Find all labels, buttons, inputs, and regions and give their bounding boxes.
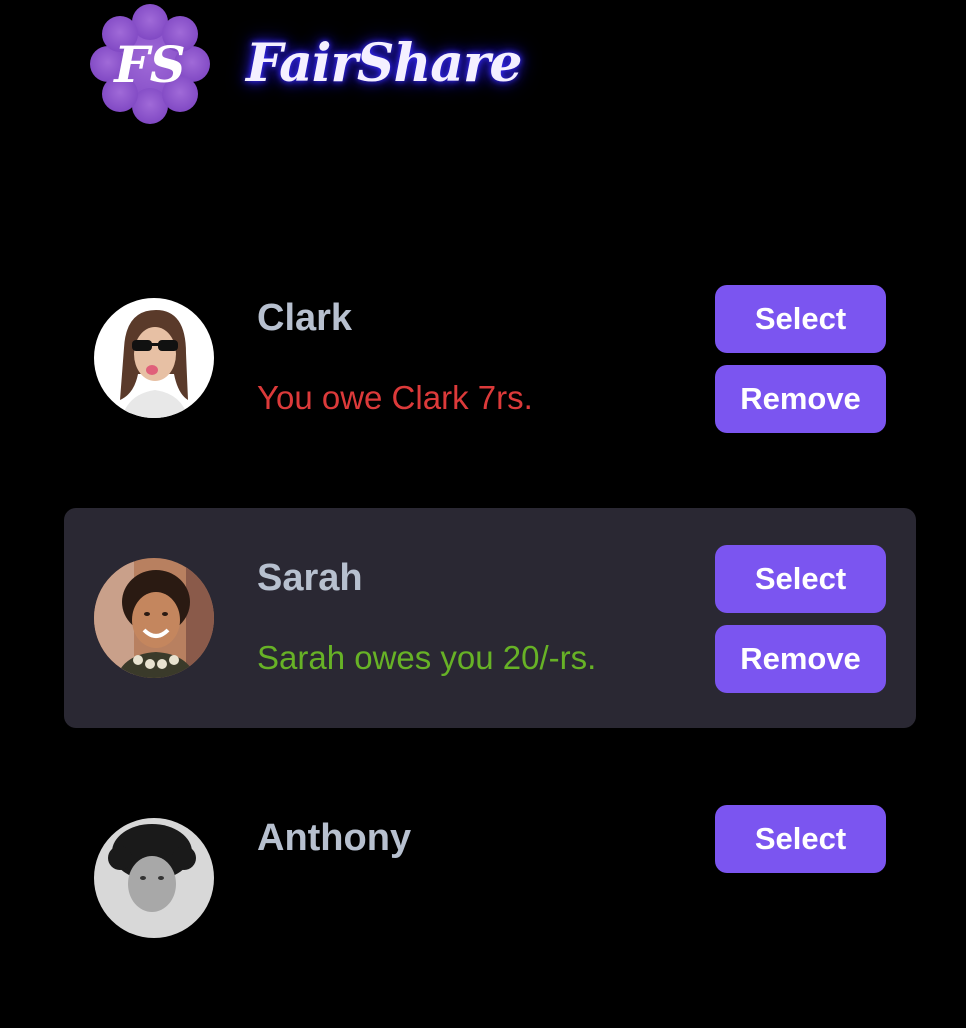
avatar	[94, 298, 214, 418]
fs-logo-badge[interactable]: FS	[88, 2, 212, 126]
friend-row-sarah[interactable]: Sarah Sarah owes you 20/-rs. Select Remo…	[64, 508, 916, 728]
app-header: FS FairShare	[0, 0, 966, 140]
avatar	[94, 558, 214, 678]
friend-name: Clark	[257, 297, 353, 339]
friend-name: Sarah	[257, 557, 363, 599]
flower-badge-icon: FS	[90, 4, 210, 124]
friend-list: Clark You owe Clark 7rs. Select Remove S…	[64, 248, 916, 1028]
person-avatar-icon	[94, 558, 214, 678]
balance-text: You owe Clark 7rs.	[257, 379, 533, 416]
friend-row-clark[interactable]: Clark You owe Clark 7rs. Select Remove	[64, 248, 916, 468]
person-avatar-icon	[94, 818, 214, 938]
remove-button[interactable]: Remove	[715, 365, 886, 433]
friend-name: Anthony	[257, 817, 412, 859]
app-title: FairShare	[246, 33, 522, 94]
friend-row-anthony[interactable]: Anthony Select	[64, 768, 916, 988]
avatar	[94, 818, 214, 938]
select-button[interactable]: Select	[715, 545, 886, 613]
select-button[interactable]: Select	[715, 285, 886, 353]
select-button[interactable]: Select	[715, 805, 886, 873]
person-avatar-icon	[94, 298, 214, 418]
balance-text: Sarah owes you 20/-rs.	[257, 639, 597, 676]
logo-text: FS	[112, 35, 186, 94]
remove-button[interactable]: Remove	[715, 625, 886, 693]
